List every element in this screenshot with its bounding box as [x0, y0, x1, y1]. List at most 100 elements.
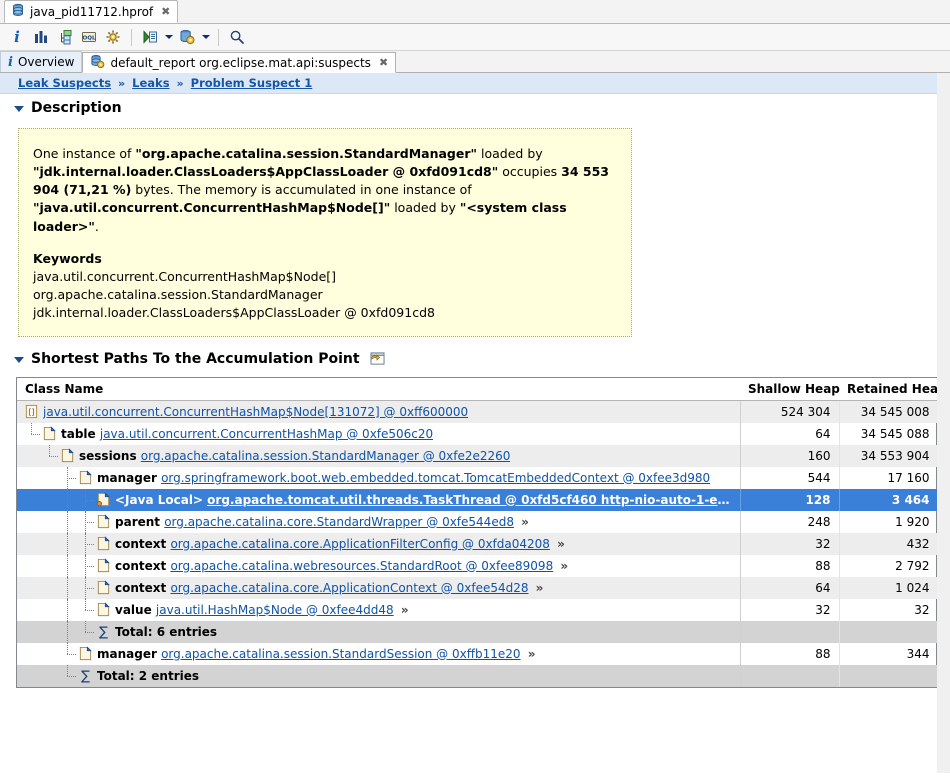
- cell-class-name[interactable]: value java.util.HashMap$Node @ 0xfee4dd4…: [17, 598, 741, 621]
- run-expert-system-dropdown-icon[interactable]: [163, 26, 174, 48]
- column-header-shallow-heap[interactable]: Shallow Heap: [740, 378, 840, 401]
- cell-shallow-heap: 64: [740, 422, 840, 445]
- cell-class-name[interactable]: parent org.apache.catalina.core.Standard…: [17, 510, 741, 533]
- table-row[interactable]: [] java.util.concurrent.ConcurrentHashMap…: [17, 400, 939, 423]
- object-link[interactable]: org.apache.catalina.core.StandardWrapper…: [164, 515, 514, 529]
- tree-indent-guide: [23, 599, 41, 621]
- object-link[interactable]: java.util.concurrent.ConcurrentHashMap$N…: [43, 405, 468, 419]
- tree-indent-guide: [59, 466, 77, 489]
- tree-indent-guide: [41, 621, 59, 643]
- object-link[interactable]: java.util.HashMap$Node @ 0xfee4dd48: [156, 603, 394, 617]
- cell-class-name[interactable]: manager org.springframework.boot.web.emb…: [17, 466, 741, 489]
- query-browser-icon[interactable]: [102, 26, 124, 48]
- chevron-down-icon[interactable]: [14, 106, 24, 112]
- object-link[interactable]: org.apache.catalina.session.StandardSess…: [161, 647, 520, 661]
- table-row[interactable]: context org.apache.catalina.core.Applica…: [17, 532, 939, 555]
- breadcrumb-item-leaks[interactable]: Leaks: [132, 76, 169, 90]
- section-header-shortest-paths[interactable]: Shortest Paths To the Accumulation Point: [0, 337, 950, 370]
- table-row[interactable]: <Java Local> org.apache.tomcat.util.thre…: [17, 488, 939, 511]
- cell-class-name[interactable]: ∑ Total: 2 entries: [17, 664, 741, 687]
- cell-retained-heap: [839, 664, 939, 687]
- tree-indent-guide: [23, 445, 41, 467]
- object-link[interactable]: org.apache.catalina.core.ApplicationFilt…: [170, 537, 549, 551]
- instance-icon: [95, 580, 111, 596]
- field-name-label: context: [115, 558, 171, 573]
- table-row[interactable]: value java.util.HashMap$Node @ 0xfee4dd4…: [17, 598, 939, 621]
- tree-indent-guide: [59, 510, 77, 533]
- tree-indent-guide: [41, 577, 59, 599]
- table-row[interactable]: table java.util.concurrent.ConcurrentHas…: [17, 422, 939, 445]
- object-link[interactable]: java.util.concurrent.ConcurrentHashMap @…: [100, 427, 433, 441]
- search-icon[interactable]: [226, 26, 248, 48]
- view-tab-strip: i Overview default_report org.eclipse.ma…: [0, 51, 950, 73]
- cell-shallow-heap: 160: [740, 444, 840, 467]
- more-indicator: »: [556, 558, 569, 573]
- cell-shallow-heap: 544: [740, 466, 840, 489]
- export-report-icon[interactable]: [370, 352, 385, 366]
- object-link[interactable]: org.apache.catalina.webresources.Standar…: [170, 559, 553, 573]
- breadcrumb-item-leak-suspects[interactable]: Leak Suspects: [18, 76, 111, 90]
- open-query-browser-dropdown-icon[interactable]: [200, 26, 211, 48]
- object-link[interactable]: org.apache.catalina.session.StandardMana…: [141, 449, 511, 463]
- cell-shallow-heap: 88: [740, 642, 840, 665]
- tree-indent-guide: [77, 488, 95, 511]
- cell-class-name[interactable]: <Java Local> org.apache.tomcat.util.thre…: [17, 488, 741, 511]
- object-link[interactable]: org.apache.tomcat.util.threads.TaskThrea…: [207, 493, 731, 507]
- svg-text:∑: ∑: [99, 625, 108, 639]
- breadcrumb-item-problem-suspect-1[interactable]: Problem Suspect 1: [191, 76, 313, 90]
- field-name-label: table: [61, 426, 100, 441]
- cell-class-name[interactable]: table java.util.concurrent.ConcurrentHas…: [17, 422, 741, 445]
- breadcrumb: Leak Suspects » Leaks » Problem Suspect …: [0, 73, 950, 94]
- table-body: [] java.util.concurrent.ConcurrentHashMap…: [17, 400, 939, 687]
- close-icon[interactable]: ✖: [379, 57, 388, 68]
- vertical-scrollbar[interactable]: [937, 73, 950, 773]
- column-header-retained-heap[interactable]: Retained Heap: [839, 378, 947, 401]
- dominator-tree-icon[interactable]: [54, 26, 76, 48]
- tree-indent-guide: [23, 533, 41, 555]
- cell-class-name[interactable]: manager org.apache.catalina.session.Stan…: [17, 642, 741, 665]
- field-name-label: sessions: [79, 448, 141, 463]
- instance-icon: [95, 602, 111, 618]
- instance-icon: [77, 470, 93, 486]
- keyword-item: java.util.concurrent.ConcurrentHashMap$N…: [33, 268, 337, 284]
- table-row[interactable]: context org.apache.catalina.core.Applica…: [17, 576, 939, 599]
- instance-icon: [41, 426, 57, 442]
- tree-indent-guide: [77, 510, 95, 533]
- cell-class-name[interactable]: [] java.util.concurrent.ConcurrentHashMap…: [17, 400, 741, 423]
- open-query-browser-icon[interactable]: [176, 26, 198, 48]
- run-expert-system-icon[interactable]: [139, 26, 161, 48]
- tab-default-report-label: default_report org.eclipse.mat.api:suspe…: [110, 55, 371, 70]
- cell-retained-heap: 2 792: [839, 554, 939, 577]
- object-link[interactable]: org.apache.catalina.core.ApplicationCont…: [170, 581, 528, 595]
- table-row[interactable]: manager org.apache.catalina.session.Stan…: [17, 642, 939, 665]
- cell-class-name[interactable]: context org.apache.catalina.core.Applica…: [17, 576, 741, 599]
- section-header-description[interactable]: Description: [0, 94, 950, 119]
- overview-info-icon[interactable]: i: [6, 26, 28, 48]
- tab-overview[interactable]: i Overview: [0, 51, 83, 72]
- table-row[interactable]: ∑ Total: 6 entries: [17, 620, 939, 643]
- column-header-class-name[interactable]: Class Name: [17, 378, 740, 401]
- tree-indent-guide: [23, 621, 41, 643]
- description-paragraph: One instance of "org.apache.catalina.ses…: [33, 146, 609, 234]
- more-indicator: »: [552, 536, 565, 551]
- table-row[interactable]: parent org.apache.catalina.core.Standard…: [17, 510, 939, 533]
- instance-icon: [77, 646, 93, 662]
- oql-icon[interactable]: OQL: [78, 26, 100, 48]
- chevron-down-icon[interactable]: [14, 357, 24, 364]
- close-icon[interactable]: ✖: [161, 6, 170, 17]
- cell-class-name[interactable]: sessions org.apache.catalina.session.Sta…: [17, 444, 741, 467]
- editor-tab-heap-dump[interactable]: java_pid11712.hprof ✖: [4, 0, 179, 23]
- cell-class-name[interactable]: ∑ Total: 6 entries: [17, 620, 741, 643]
- histogram-icon[interactable]: [30, 26, 52, 48]
- gc-root-icon: [95, 492, 111, 508]
- cell-class-name[interactable]: context org.apache.catalina.webresources…: [17, 554, 741, 577]
- object-link[interactable]: org.springframework.boot.web.embedded.to…: [161, 471, 710, 485]
- table-row[interactable]: ∑ Total: 2 entries: [17, 664, 939, 687]
- table-row[interactable]: context org.apache.catalina.webresources…: [17, 554, 939, 577]
- field-name-label: <Java Local>: [115, 492, 208, 507]
- table-row[interactable]: sessions org.apache.catalina.session.Sta…: [17, 444, 939, 467]
- cell-retained-heap: 432: [839, 532, 939, 555]
- table-row[interactable]: manager org.springframework.boot.web.emb…: [17, 466, 939, 489]
- cell-class-name[interactable]: context org.apache.catalina.core.Applica…: [17, 532, 741, 555]
- tab-default-report[interactable]: default_report org.eclipse.mat.api:suspe…: [82, 52, 397, 73]
